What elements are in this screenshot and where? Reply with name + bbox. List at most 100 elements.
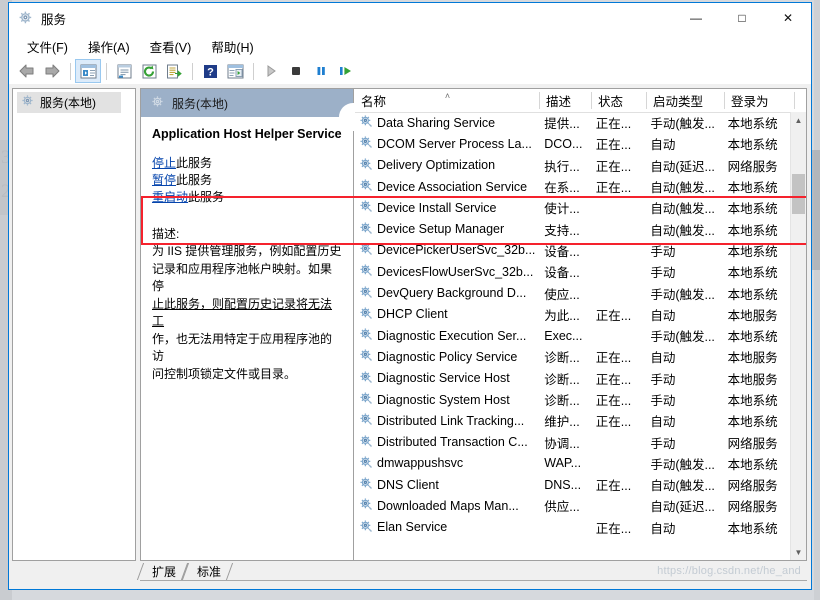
table-row[interactable]: Diagnostic Policy Service诊断...正在...自动本地服… (355, 346, 791, 367)
service-description-cell: 支持... (538, 220, 590, 239)
table-row[interactable]: DCOM Server Process La...DCO...正在...自动本地… (355, 133, 791, 154)
stop-icon[interactable] (284, 60, 308, 82)
table-row[interactable]: DNS ClientDNS...正在...自动(触发...网络服务 (355, 474, 791, 495)
gear-icon (359, 199, 373, 216)
scrollbar-thumb[interactable] (792, 174, 805, 214)
table-row[interactable]: Delivery Optimization执行...正在...自动(延迟...网… (355, 155, 791, 176)
table-row[interactable]: Distributed Link Tracking...维护...正在...自动… (355, 410, 791, 431)
stop-service-suffix: 此服务 (176, 156, 212, 170)
pause-icon[interactable] (309, 60, 333, 82)
table-row[interactable]: Diagnostic Execution Ser...Exec...手动(触发.… (355, 325, 791, 346)
export-list-icon[interactable] (162, 60, 186, 82)
service-startup-type-cell: 手动(触发... (644, 284, 721, 303)
tab-extended[interactable]: 扩展 (140, 563, 185, 580)
close-button[interactable]: ✕ (765, 3, 811, 33)
vertical-scrollbar[interactable]: ▲ ▼ (790, 112, 806, 560)
toolbar-separator-3 (192, 63, 193, 80)
table-row[interactable]: DevQuery Background D...使应...手动(触发...本地系… (355, 282, 791, 303)
service-startup-type-cell: 手动 (644, 433, 721, 452)
service-log-on-as-cell: 本地系统 (722, 411, 791, 430)
table-row[interactable]: DHCP Client为此...正在...自动本地服务 (355, 304, 791, 325)
table-row[interactable]: dmwappushsvcWAP...手动(触发...本地系统 (355, 453, 791, 474)
column-startup-type[interactable]: 启动类型 (647, 89, 725, 112)
table-row[interactable]: Device Setup Manager支持...自动(触发...本地系统 (355, 218, 791, 239)
service-name-label: DNS Client (377, 478, 439, 492)
tab-extended-label: 扩展 (152, 563, 176, 580)
service-name-cell: DevicesFlowUserSvc_32b... (355, 263, 538, 280)
table-row[interactable]: Downloaded Maps Man...供应...自动(延迟...网络服务 (355, 495, 791, 516)
refresh-icon[interactable] (137, 60, 161, 82)
column-name[interactable]: 名称 ˄ (355, 89, 540, 112)
column-log-on-as-label: 登录为 (731, 91, 769, 110)
restart-service-action: 重启动此服务 (152, 189, 343, 206)
scroll-down-arrow-icon[interactable]: ▼ (791, 544, 806, 560)
service-startup-type-cell: 手动(触发... (644, 326, 721, 345)
console-tree-icon[interactable] (76, 60, 100, 82)
service-name-label: dmwappushsvc (377, 456, 463, 470)
tab-standard[interactable]: 标准 (185, 563, 230, 580)
service-name-label: Data Sharing Service (377, 116, 495, 130)
play-icon[interactable] (259, 60, 283, 82)
help-question-icon[interactable]: ? (198, 60, 222, 82)
service-name-cell: Diagnostic Execution Ser... (355, 327, 538, 344)
properties-icon[interactable] (112, 60, 136, 82)
service-startup-type-cell: 自动 (644, 347, 721, 366)
column-status[interactable]: 状态 (592, 89, 647, 112)
service-log-on-as-cell: 本地系统 (722, 262, 791, 281)
table-row[interactable]: Diagnostic System Host诊断...正在...手动本地系统 (355, 389, 791, 410)
column-log-on-as[interactable]: 登录为 (725, 89, 795, 112)
restart-service-link[interactable]: 重启动 (152, 190, 188, 204)
table-row[interactable]: Elan Service正在...自动本地系统 (355, 517, 791, 538)
toolbar-separator-4 (253, 63, 254, 80)
table-row[interactable]: Diagnostic Service Host诊断...正在...手动本地服务 (355, 368, 791, 389)
maximize-button[interactable]: □ (719, 3, 765, 33)
table-row[interactable]: Device Association Service在系...正在...自动(触… (355, 176, 791, 197)
service-name-label: Diagnostic Service Host (377, 371, 510, 385)
svg-text:?: ? (207, 66, 214, 78)
service-description-cell: 使应... (538, 284, 590, 303)
tab-standard-label: 标准 (197, 563, 221, 580)
gear-icon (21, 94, 35, 111)
action-pane-icon[interactable] (223, 60, 247, 82)
table-row[interactable]: DevicePickerUserSvc_32b...设备...手动本地系统 (355, 240, 791, 261)
menu-file[interactable]: 文件(F) (17, 34, 78, 59)
stop-service-link[interactable]: 停止 (152, 156, 176, 170)
sidebar-item-services-local[interactable]: 服务(本地) (17, 92, 121, 113)
service-log-on-as-cell: 网络服务 (722, 496, 791, 515)
description-line-4: 问控制项锁定文件或目录。 (152, 366, 343, 384)
table-row[interactable]: Data Sharing Service提供...正在...手动(触发...本地… (355, 112, 791, 133)
table-row[interactable]: Device Install Service使计...自动(触发...本地系统 (355, 197, 791, 218)
menu-help[interactable]: 帮助(H) (201, 34, 263, 59)
sidebar-item-label: 服务(本地) (40, 94, 96, 111)
services-list-view: 名称 ˄ 描述 状态 启动类型 登录为 Data (355, 89, 806, 560)
toolbar: ? (9, 58, 811, 85)
stop-service-action: 停止此服务 (152, 155, 343, 172)
services-pane: 服务(本地) Application Host Helper Service 停… (140, 88, 807, 561)
table-row[interactable]: DevicesFlowUserSvc_32b...设备...手动本地系统 (355, 261, 791, 282)
service-description-cell: 协调... (538, 433, 590, 452)
pause-service-link[interactable]: 暂停 (152, 173, 176, 187)
service-name-cell: DNS Client (355, 476, 538, 493)
service-name-cell: Device Association Service (355, 178, 538, 195)
gear-icon (359, 242, 373, 259)
minimize-button[interactable]: — (673, 3, 719, 33)
menu-view[interactable]: 查看(V) (140, 34, 202, 59)
scroll-up-arrow-icon[interactable]: ▲ (791, 112, 806, 128)
gear-icon (359, 348, 373, 365)
service-description-cell: 设备... (538, 262, 590, 281)
service-log-on-as-cell: 本地系统 (722, 134, 791, 153)
menu-action[interactable]: 操作(A) (78, 34, 140, 59)
service-name-label: Distributed Link Tracking... (377, 414, 524, 428)
gear-icon (359, 306, 373, 323)
column-description[interactable]: 描述 (540, 89, 592, 112)
back-button[interactable] (15, 60, 39, 82)
service-startup-type-cell: 手动 (644, 390, 721, 409)
table-row[interactable]: Distributed Transaction C...协调...手动网络服务 (355, 431, 791, 452)
restart-icon[interactable] (334, 60, 358, 82)
description-line-2: 止此服务，则配置历史记录将无法工 (152, 296, 343, 331)
service-startup-type-cell: 自动 (644, 305, 721, 324)
forward-button[interactable] (40, 60, 64, 82)
column-description-label: 描述 (546, 91, 571, 110)
service-startup-type-cell: 自动(触发... (644, 475, 721, 494)
service-name-label: DevicesFlowUserSvc_32b... (377, 265, 533, 279)
